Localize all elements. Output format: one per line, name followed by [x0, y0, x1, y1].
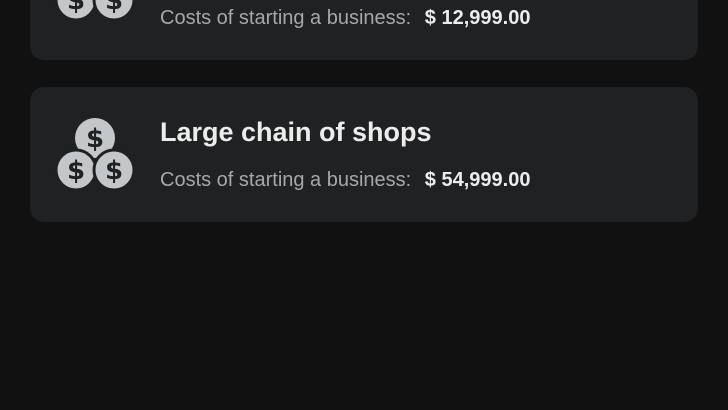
business-option-card[interactable]: $ $ $ Costs of starting a business: $ 12… — [30, 0, 698, 60]
coins-stack-icon: $ $ $ — [54, 118, 136, 192]
svg-text:$: $ — [86, 124, 104, 154]
business-option-card[interactable]: $ $ $ Large chain of shops Costs of star… — [30, 87, 698, 222]
cost-label: Costs of starting a business: — [160, 169, 412, 191]
coins-stack-icon: $ $ $ — [54, 0, 136, 22]
svg-text:$: $ — [105, 0, 123, 16]
cost-label: Costs of starting a business: — [160, 7, 412, 29]
cost-value: $ 12,999.00 — [424, 7, 531, 29]
business-title: Large chain of shops — [160, 117, 432, 147]
svg-text:$: $ — [67, 156, 85, 186]
cost-row: Costs of starting a business: $ 12,999.0… — [160, 7, 530, 30]
cost-row: Costs of starting a business: $ 54,999.0… — [160, 169, 530, 192]
cost-value: $ 54,999.00 — [424, 169, 531, 191]
svg-text:$: $ — [67, 0, 85, 16]
svg-text:$: $ — [105, 156, 123, 186]
